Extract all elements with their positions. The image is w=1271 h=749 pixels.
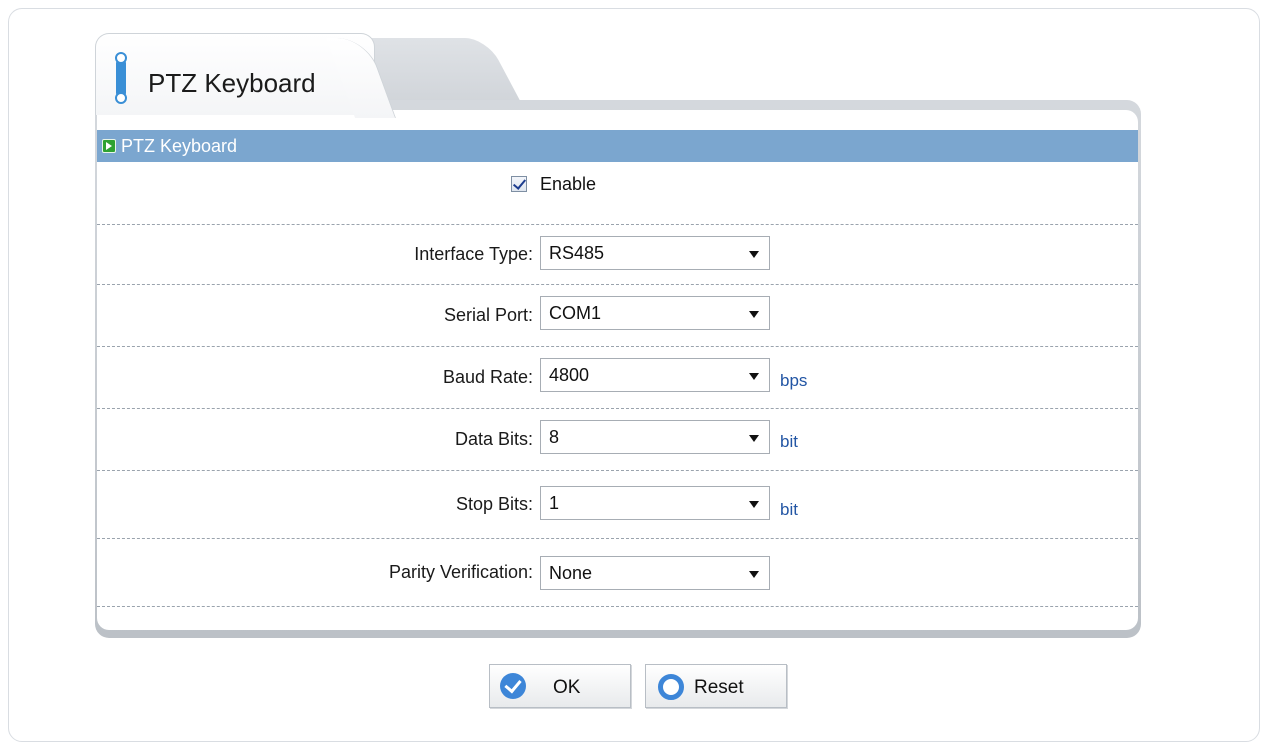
chevron-down-icon xyxy=(749,373,759,380)
tab-ptz-keyboard[interactable]: PTZ Keyboard xyxy=(95,33,375,115)
serial-port-value: COM1 xyxy=(549,303,602,323)
parity-verification-select[interactable]: None xyxy=(540,556,770,590)
parity-verification-label: Parity Verification: xyxy=(388,561,533,582)
tab-title: PTZ Keyboard xyxy=(148,68,316,98)
green-arrow-icon xyxy=(102,139,116,153)
baud-rate-unit: bps xyxy=(780,371,808,390)
chevron-down-icon xyxy=(749,251,759,258)
interface-type-row: Interface Type: RS485 xyxy=(97,224,1138,285)
enable-row: Enable xyxy=(97,162,1138,225)
enable-checkbox[interactable] xyxy=(511,176,527,192)
parity-verification-value: None xyxy=(549,563,593,583)
serial-port-select[interactable]: COM1 xyxy=(540,296,770,330)
parity-verification-row: Parity Verification: None xyxy=(97,538,1138,607)
tab-marker-icon xyxy=(114,52,128,104)
data-bits-unit: bit xyxy=(780,432,798,451)
ring-circle-icon xyxy=(658,674,684,700)
data-bits-select[interactable]: 8 xyxy=(540,420,770,454)
baud-rate-row: Baud Rate: 4800 bps xyxy=(97,346,1138,409)
stop-bits-row: Stop Bits: 1 bit xyxy=(97,470,1138,539)
chevron-down-icon xyxy=(749,571,759,578)
settings-panel: PTZ Keyboard Enable Interface Type: RS48… xyxy=(95,100,1141,638)
stop-bits-select[interactable]: 1 xyxy=(540,486,770,520)
reset-button[interactable]: Reset xyxy=(645,664,787,708)
interface-type-label: Interface Type: xyxy=(414,243,533,264)
chevron-down-icon xyxy=(749,311,759,318)
stop-bits-unit: bit xyxy=(780,500,798,519)
check-icon xyxy=(512,176,527,190)
chevron-down-icon xyxy=(749,501,759,508)
reset-button-label: Reset xyxy=(694,677,744,698)
ok-button[interactable]: OK xyxy=(489,664,631,708)
stop-bits-value: 1 xyxy=(549,493,560,513)
chevron-down-icon xyxy=(749,435,759,442)
section-header-title: PTZ Keyboard xyxy=(121,136,238,156)
panel-content: PTZ Keyboard Enable Interface Type: RS48… xyxy=(97,110,1138,630)
serial-port-row: Serial Port: COM1 xyxy=(97,284,1138,347)
interface-type-value: RS485 xyxy=(549,243,605,263)
interface-type-select[interactable]: RS485 xyxy=(540,236,770,270)
ok-button-label: OK xyxy=(553,677,581,698)
data-bits-value: 8 xyxy=(549,427,560,447)
baud-rate-select[interactable]: 4800 xyxy=(540,358,770,392)
serial-port-label: Serial Port: xyxy=(443,304,533,325)
enable-label: Enable xyxy=(540,174,597,194)
data-bits-label: Data Bits: xyxy=(454,428,533,449)
baud-rate-value: 4800 xyxy=(549,365,590,385)
section-header: PTZ Keyboard xyxy=(97,130,1138,162)
baud-rate-label: Baud Rate: xyxy=(442,366,533,387)
stop-bits-label: Stop Bits: xyxy=(455,493,533,514)
data-bits-row: Data Bits: 8 bit xyxy=(97,408,1138,471)
checkmark-circle-icon xyxy=(500,673,526,699)
